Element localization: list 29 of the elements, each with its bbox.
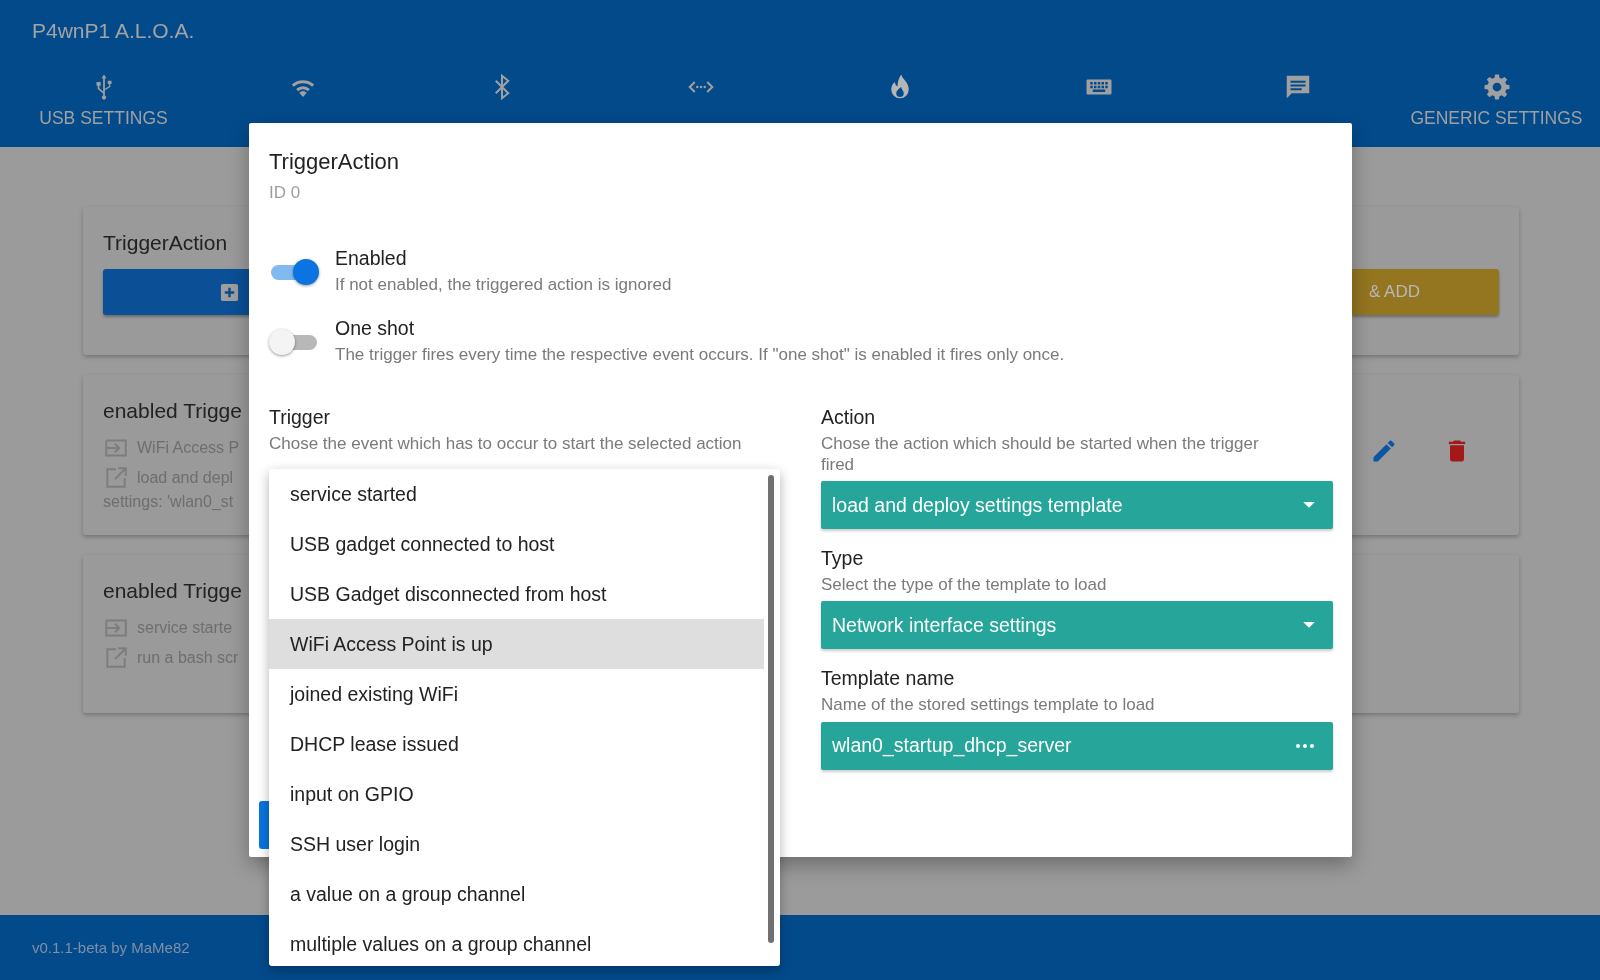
card-title: enabled Trigge [103, 579, 242, 603]
menu-item[interactable]: USB Gadget disconnected from host [269, 569, 764, 619]
field-label: Trigger [269, 405, 332, 429]
version-text: v0.1.1-beta by MaMe82 [32, 939, 190, 956]
field-label: Action [821, 405, 877, 429]
menu-item[interactable]: USB gadget connected to host [269, 519, 764, 569]
field-hint: Chose the event which has to occur to start the selected action [269, 432, 743, 454]
dialog-subtitle: ID 0 [269, 183, 302, 203]
field-hint: Name of the stored settings template to load [821, 694, 1156, 716]
card-title: TriggerAction [103, 231, 228, 255]
menu-item[interactable]: service started [269, 469, 764, 519]
menu-item[interactable]: WiFi Access Point is up [269, 619, 764, 669]
switch-hint: If not enabled, the triggered action is ignored [335, 274, 672, 296]
field-label: Type [821, 547, 865, 570]
field-label: Template name [821, 667, 956, 691]
dialog-title: TriggerAction [269, 149, 400, 175]
menu-item[interactable]: SSH user login [269, 819, 764, 869]
card-title: enabled Trigge [103, 399, 242, 423]
menu-item[interactable]: DHCP lease issued [269, 719, 764, 769]
menu-item[interactable]: input on GPIO [269, 769, 764, 819]
app-title: P4wnP1 A.L.O.A. [31, 18, 196, 44]
menu-item[interactable]: multiple values on a group channel [269, 919, 764, 966]
menu-item[interactable]: a value on a group channel [269, 869, 764, 919]
switch-label: One shot [335, 317, 416, 341]
switch-label: Enabled [335, 247, 408, 270]
field-hint: Chose the action which should be started when the trigger fired [821, 432, 1260, 475]
field-hint: Select the type of the template to load [821, 574, 1108, 596]
menu-item[interactable]: joined existing WiFi [269, 669, 764, 719]
switch-hint: The trigger fires every time the respective event occurs. If "one shot" is enabled it fires only once. [335, 344, 1065, 366]
